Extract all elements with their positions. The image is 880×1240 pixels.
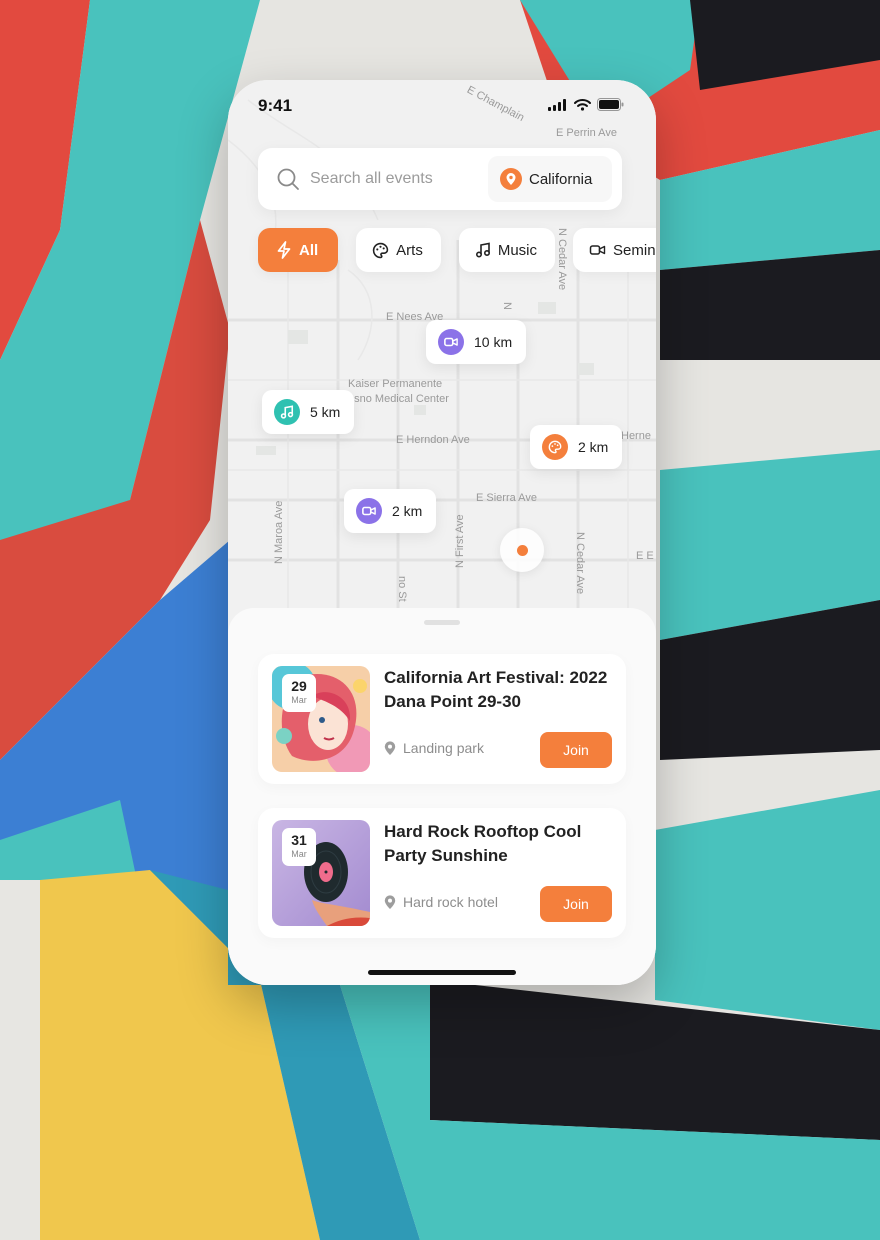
event-card[interactable]: 31 Mar Hard Rock Rooftop Cool Party Suns… bbox=[258, 808, 626, 938]
map-place-label: esno Medical Center bbox=[348, 393, 449, 405]
search-input[interactable] bbox=[310, 162, 490, 196]
status-bar: 9:41 bbox=[228, 80, 656, 130]
map-street-label: E Herndon Ave bbox=[396, 434, 470, 446]
location-pin-icon bbox=[384, 894, 396, 909]
map-street-label: N bbox=[501, 302, 513, 310]
filter-label: Seminar bbox=[613, 241, 656, 259]
event-image-vinyl: 31 Mar bbox=[272, 820, 370, 926]
filter-label: All bbox=[299, 241, 319, 259]
map-street-label: no St bbox=[396, 576, 408, 602]
wifi-icon bbox=[574, 98, 591, 111]
join-button[interactable]: Join bbox=[540, 886, 612, 922]
filter-seminar[interactable]: Seminar bbox=[573, 228, 656, 272]
signal-icon bbox=[548, 98, 566, 111]
marker-distance: 10 km bbox=[474, 334, 513, 350]
map-marker-seminar[interactable]: 10 km bbox=[426, 320, 527, 364]
status-icons bbox=[548, 98, 624, 111]
event-date-badge: 29 Mar bbox=[282, 674, 316, 712]
marker-distance: 5 km bbox=[310, 404, 341, 420]
location-pin-icon bbox=[384, 740, 396, 755]
battery-icon bbox=[597, 98, 624, 111]
location-selector[interactable]: California bbox=[488, 156, 612, 202]
location-label: California bbox=[529, 170, 593, 188]
filter-label: Music bbox=[497, 241, 538, 259]
event-month: Mar bbox=[291, 695, 307, 705]
current-location-marker bbox=[500, 528, 544, 572]
map-marker-music[interactable]: 5 km bbox=[262, 390, 355, 434]
sheet-drag-handle[interactable] bbox=[424, 620, 460, 625]
event-title: California Art Festival: 2022 Dana Point… bbox=[384, 668, 608, 711]
event-month: Mar bbox=[291, 849, 307, 859]
join-button[interactable]: Join bbox=[540, 732, 612, 768]
event-title: Hard Rock Rooftop Cool Party Sunshine bbox=[384, 822, 582, 865]
map-marker-arts[interactable]: 2 km bbox=[530, 425, 623, 469]
search-bar: California bbox=[258, 148, 622, 210]
search-icon bbox=[277, 168, 299, 190]
video-icon bbox=[356, 498, 382, 524]
event-location: Landing park bbox=[384, 740, 484, 756]
video-icon bbox=[438, 329, 464, 355]
video-icon bbox=[589, 245, 606, 255]
palette-icon bbox=[372, 242, 389, 258]
lightning-icon bbox=[277, 241, 291, 259]
map-street-label: N Maroa Ave bbox=[273, 500, 285, 564]
filter-arts[interactable]: Arts bbox=[356, 228, 441, 272]
map-street-label: Herne bbox=[621, 430, 651, 442]
event-location: Hard rock hotel bbox=[384, 894, 498, 910]
map-street-label: N First Ave bbox=[454, 514, 466, 568]
map-place-label: Kaiser Permanente bbox=[348, 378, 443, 390]
home-indicator[interactable] bbox=[368, 970, 516, 975]
event-date-badge: 31 Mar bbox=[282, 828, 316, 866]
phone-screen: E Champlain E Perrin Ave E Nees Ave Kais… bbox=[228, 80, 656, 985]
filter-label: Arts bbox=[396, 241, 423, 259]
map-street-label: E E bbox=[636, 550, 654, 562]
event-day: 29 bbox=[291, 678, 307, 694]
location-dot bbox=[516, 544, 528, 556]
filter-all[interactable]: All bbox=[258, 228, 339, 272]
event-image-art: 29 Mar bbox=[272, 666, 370, 772]
music-note-icon bbox=[475, 242, 490, 258]
map-street-label: N Cedar Ave bbox=[574, 532, 586, 595]
location-pin-icon bbox=[500, 168, 522, 190]
marker-distance: 2 km bbox=[578, 439, 609, 455]
filter-music[interactable]: Music bbox=[458, 228, 556, 272]
event-location-label: Hard rock hotel bbox=[403, 894, 498, 910]
palette-icon bbox=[542, 434, 568, 460]
event-card[interactable]: 29 Mar California Art Festival: 2022 Dan… bbox=[258, 654, 626, 784]
event-location-label: Landing park bbox=[403, 740, 484, 756]
events-sheet: 29 Mar California Art Festival: 2022 Dan… bbox=[228, 608, 656, 985]
marker-distance: 2 km bbox=[392, 503, 423, 519]
music-note-icon bbox=[274, 399, 300, 425]
status-time: 9:41 bbox=[258, 96, 293, 115]
map-marker-seminar[interactable]: 2 km bbox=[344, 489, 437, 533]
map-street-label: E Sierra Ave bbox=[476, 492, 537, 504]
category-filters: All Arts Music Seminar bbox=[258, 228, 656, 272]
event-day: 31 bbox=[291, 832, 307, 848]
